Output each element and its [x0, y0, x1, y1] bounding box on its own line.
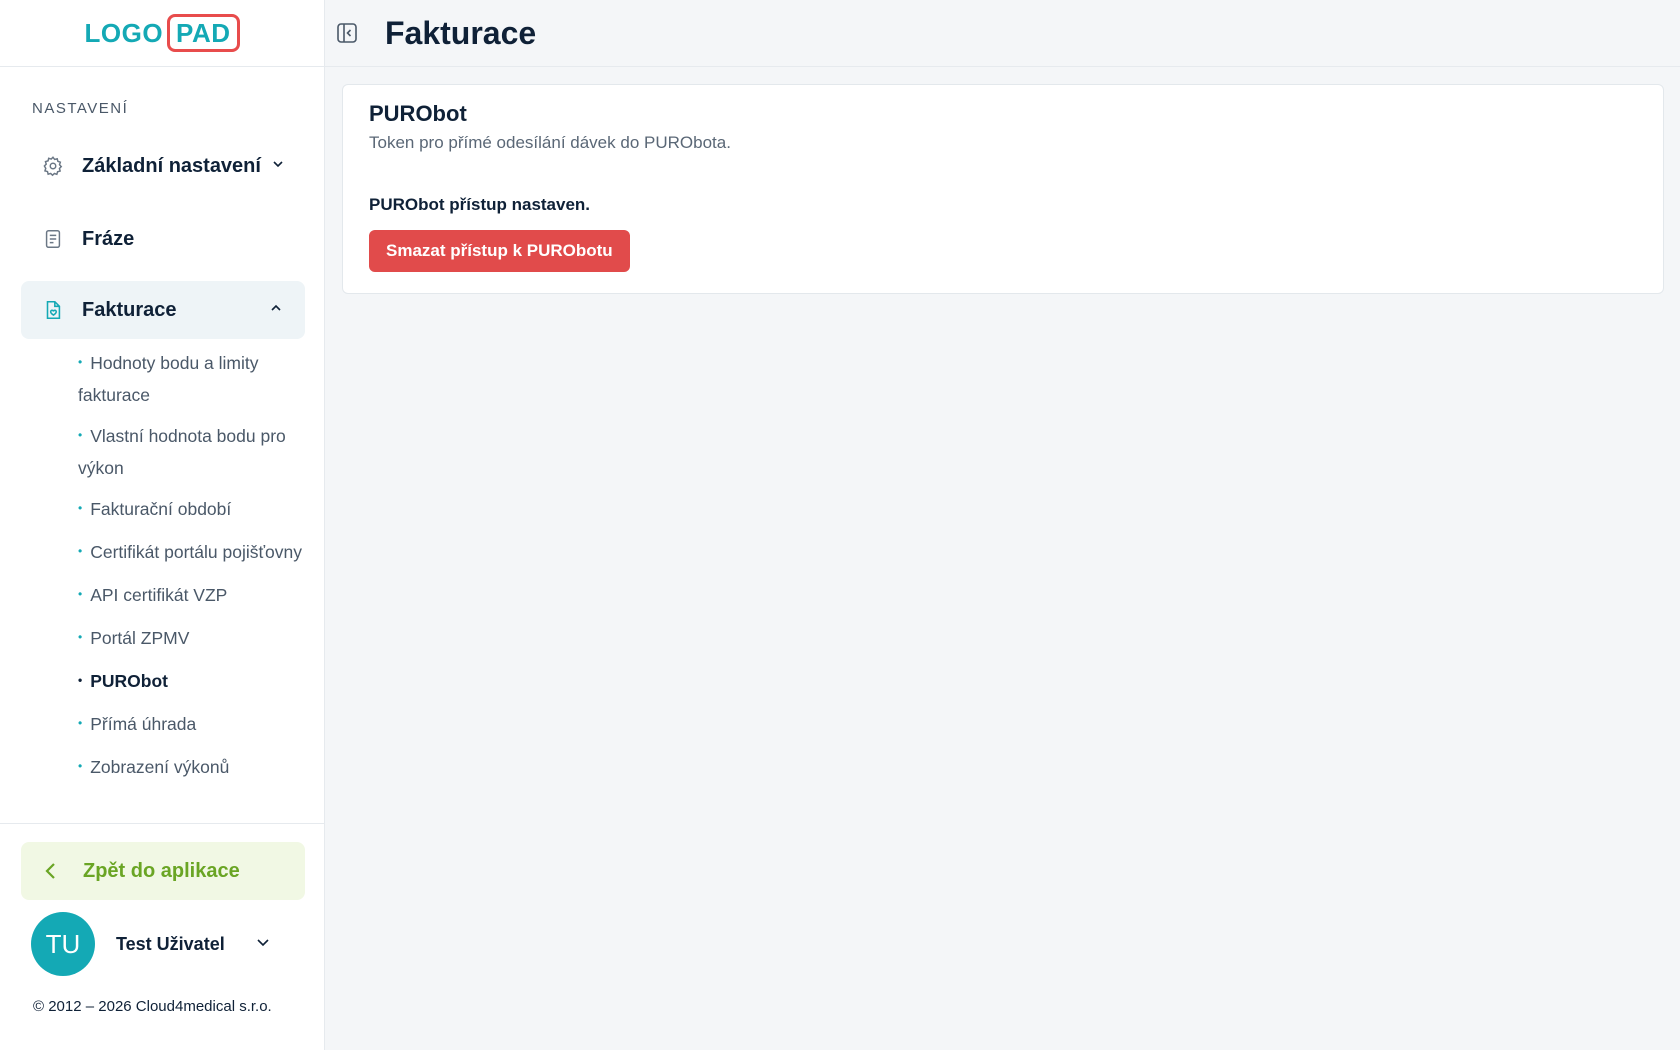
sub-item-label: Fakturační období [90, 499, 232, 519]
card-subtitle: Token pro přímé odesílání dávek do PUROb… [369, 133, 731, 152]
sub-item-hodnoty-bodu[interactable]: • Hodnoty bodu a limity fakturace [78, 348, 308, 410]
sub-item-label: Vlastní hodnota bodu pro výkon [78, 426, 286, 478]
sub-item-label: PURObot [90, 671, 168, 691]
sub-item-api-certifikat[interactable]: • API certifikát VZP [78, 580, 308, 612]
copyright: © 2012 – 2026 Cloud4medical s.r.o. [33, 998, 272, 1015]
avatar: TU [31, 912, 95, 976]
sub-item-label: Hodnoty bodu a limity fakturace [78, 353, 259, 405]
sub-item-zobrazeni-vykonu[interactable]: • Zobrazení výkonů [78, 752, 308, 784]
section-label: NASTAVENÍ [32, 100, 129, 117]
sidebar-item-fraze[interactable]: Fráze [21, 210, 305, 268]
bullet-icon: • [78, 673, 83, 687]
back-to-app-button[interactable]: Zpět do aplikace [21, 842, 305, 900]
sub-item-vlastni-hodnota[interactable]: • Vlastní hodnota bodu pro výkon [78, 421, 308, 483]
sub-item-prima-uhrada[interactable]: • Přímá úhrada [78, 709, 308, 741]
sub-nav-list: • Hodnoty bodu a limity fakturace • Vlastn… [78, 348, 308, 795]
sub-item-label: Certifikát portálu pojišťovny [90, 542, 302, 562]
sidebar-item-zakladni-nastaveni[interactable]: Základní nastavení [21, 137, 305, 195]
card-title: PURObot [369, 101, 467, 126]
delete-access-button[interactable]: Smazat přístup k PURObotu [369, 230, 630, 272]
sub-item-label: Zobrazení výkonů [90, 757, 230, 777]
sub-item-label: API certifikát VZP [90, 585, 228, 605]
logo[interactable]: LOGO PAD [84, 14, 240, 52]
chevron-down-icon [271, 157, 285, 176]
sidebar-item-fakturace[interactable]: Fakturace [21, 281, 305, 339]
page-title: Fakturace [385, 14, 537, 51]
bullet-icon: • [78, 716, 83, 730]
purobot-card: PURObot Token pro přímé odesílání dávek … [342, 84, 1664, 294]
sub-item-certifikat-portalu[interactable]: • Certifikát portálu pojišťovny [78, 537, 308, 569]
bullet-icon: • [78, 501, 83, 515]
sub-item-fakturacni-obdobi[interactable]: • Fakturační období [78, 494, 308, 526]
sub-item-label: Portál ZPMV [90, 628, 190, 648]
logo-text-pad: PAD [167, 14, 240, 52]
bullet-icon: • [78, 355, 83, 369]
sidebar-item-label: Základní nastavení [82, 154, 261, 177]
document-icon [42, 228, 64, 250]
sidebar: LOGO PAD NASTAVENÍ Základní nastavení Fr… [0, 0, 325, 1050]
bullet-icon: • [78, 428, 83, 442]
user-menu[interactable]: TU Test Uživatel [31, 912, 291, 976]
status-text: PURObot přístup nastaven. [369, 195, 591, 214]
bullet-icon: • [78, 630, 83, 644]
sub-item-portal-zpmv[interactable]: • Portál ZPMV [78, 623, 308, 655]
chevron-up-icon [269, 301, 283, 320]
chevron-down-icon [255, 934, 271, 955]
bullet-icon: • [78, 587, 83, 601]
sidebar-divider [0, 823, 325, 824]
gear-icon [42, 155, 64, 177]
invoice-icon [42, 299, 64, 321]
logo-text-logo: LOGO [84, 17, 164, 48]
back-to-app-label: Zpět do aplikace [83, 859, 240, 882]
bullet-icon: • [78, 544, 83, 558]
header: Fakturace [325, 0, 1680, 67]
bullet-icon: • [78, 759, 83, 773]
user-name: Test Uživatel [116, 933, 225, 954]
chevron-left-icon [43, 862, 65, 880]
sidebar-item-label: Fakturace [82, 298, 177, 321]
sidebar-item-label: Fráze [82, 227, 135, 250]
logo-bar: LOGO PAD [0, 0, 324, 67]
sub-item-purobot[interactable]: • PURObot [78, 666, 308, 698]
sidebar-toggle-icon[interactable] [335, 21, 359, 45]
sub-item-label: Přímá úhrada [90, 714, 197, 734]
